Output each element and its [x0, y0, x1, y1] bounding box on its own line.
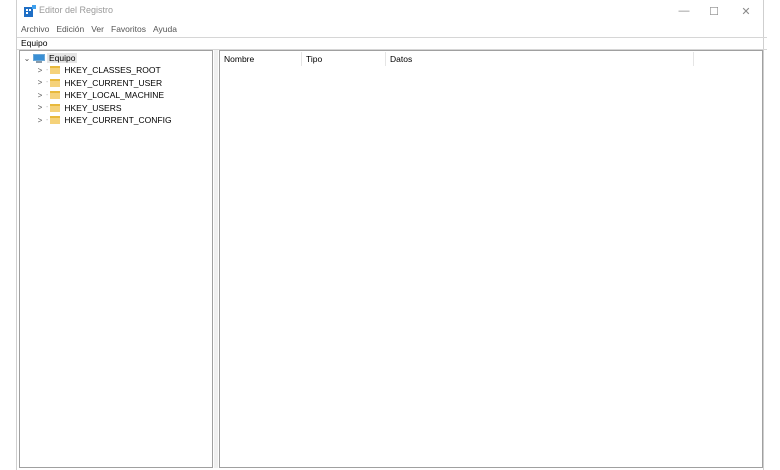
tree-item-label: HKEY_CLASSES_ROOT — [64, 65, 161, 75]
folder-icon — [50, 91, 61, 99]
expand-icon[interactable]: > — [36, 77, 44, 89]
address-bar[interactable]: Equipo — [17, 37, 767, 50]
tree-connector: - — [46, 116, 49, 124]
tree-pane[interactable]: ⌄ Equipo > - HKEY_CLASSES_ROOT > - HKEY_… — [19, 50, 213, 468]
folder-icon — [50, 78, 61, 87]
menu-edicion[interactable]: Edición — [56, 22, 84, 36]
expand-icon[interactable]: > — [36, 64, 44, 76]
column-header-nombre[interactable]: Nombre — [220, 52, 302, 66]
expand-icon[interactable]: > — [36, 89, 44, 101]
tree-item-hkey-users[interactable]: > - HKEY_USERS — [36, 102, 122, 114]
tree-item-hkey-current-user[interactable]: > - HKEY_CURRENT_USER — [36, 77, 162, 89]
values-list-pane[interactable]: Nombre Tipo Datos — [219, 50, 763, 468]
expand-icon[interactable]: > — [36, 114, 44, 126]
computer-icon — [33, 53, 45, 63]
menu-archivo[interactable]: Archivo — [21, 22, 49, 36]
tree-item-hkey-current-config[interactable]: > - HKEY_CURRENT_CONFIG — [36, 114, 172, 126]
folder-icon — [50, 66, 61, 74]
column-header-datos[interactable]: Datos — [386, 52, 694, 66]
registry-app-icon — [24, 5, 36, 17]
menu-ver[interactable]: Ver — [91, 22, 104, 36]
registry-editor-window: Editor del Registro — ☐ ✕ Archivo Edició… — [16, 0, 767, 470]
column-header-tipo[interactable]: Tipo — [302, 52, 386, 66]
menu-ayuda[interactable]: Ayuda — [153, 22, 177, 36]
collapse-icon[interactable]: ⌄ — [23, 52, 31, 64]
tree-connector: - — [46, 104, 49, 111]
close-button[interactable]: ✕ — [731, 0, 761, 22]
tree-connector: - — [46, 91, 49, 99]
window-title: Editor del Registro — [39, 5, 114, 15]
pane-splitter[interactable] — [214, 50, 218, 468]
tree-item-equipo[interactable]: ⌄ Equipo — [23, 52, 78, 64]
tree-item-label: HKEY_CURRENT_CONFIG — [64, 115, 172, 125]
title-bar[interactable]: Editor del Registro — ☐ ✕ — [17, 0, 763, 22]
folder-icon — [50, 103, 61, 112]
maximize-button[interactable]: ☐ — [699, 0, 729, 22]
tree-item-label: Equipo — [47, 53, 78, 63]
tree-item-label: HKEY_CURRENT_USER — [64, 77, 163, 88]
tree-item-hkey-classes-root[interactable]: > - HKEY_CLASSES_ROOT — [36, 64, 161, 76]
tree-item-hkey-local-machine[interactable]: > - HKEY_LOCAL_MACHINE — [36, 89, 164, 101]
menu-favoritos[interactable]: Favoritos — [111, 22, 146, 36]
folder-icon — [50, 116, 61, 124]
tree-item-label: HKEY_LOCAL_MACHINE — [64, 90, 165, 100]
tree-connector: - — [46, 66, 49, 74]
expand-icon[interactable]: > — [36, 102, 44, 114]
tree-connector: - — [46, 79, 49, 86]
menu-bar: Archivo Edición Ver Favoritos Ayuda — [17, 22, 763, 36]
minimize-button[interactable]: — — [669, 0, 699, 22]
tree-item-label: HKEY_USERS — [64, 102, 122, 113]
